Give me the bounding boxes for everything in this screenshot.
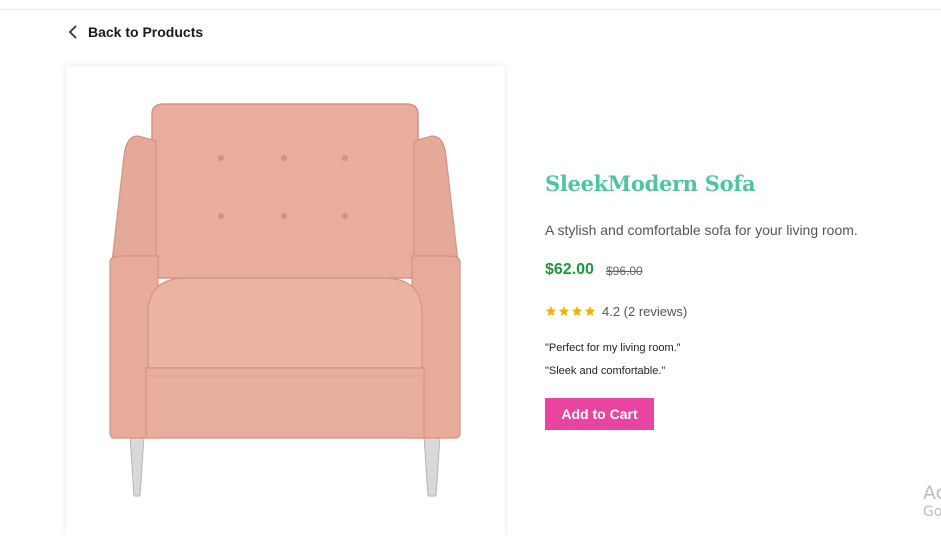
star-icon	[545, 306, 557, 316]
star-icon	[584, 306, 596, 316]
back-link-label: Back to Products	[88, 24, 204, 40]
chevron-left-icon	[68, 25, 77, 39]
star-icon	[558, 306, 570, 316]
watermark-line-2: Go	[923, 504, 941, 520]
star-icon	[571, 306, 583, 316]
review-quote: "Perfect for my living room."	[545, 342, 681, 354]
star-rating	[545, 305, 596, 317]
armchair-image	[109, 103, 461, 497]
product-rating: 4.2 (2 reviews)	[545, 303, 687, 319]
product-price: $62.00	[545, 261, 594, 278]
watermark-line-1: Ac	[923, 482, 941, 504]
product-original-price: $96.00	[606, 264, 643, 278]
back-to-products-link[interactable]: Back to Products	[68, 22, 203, 42]
header-divider	[0, 9, 941, 10]
review-quote: "Sleek and comfortable."	[545, 365, 666, 377]
add-to-cart-button[interactable]: Add to Cart	[545, 398, 654, 430]
product-description: A stylish and comfortable sofa for your …	[545, 222, 858, 238]
product-title: SleekModern Sofa	[545, 171, 756, 196]
product-image-card	[66, 66, 505, 536]
rating-summary: 4.2 (2 reviews)	[602, 303, 688, 319]
activation-watermark: Ac Go	[923, 484, 941, 522]
